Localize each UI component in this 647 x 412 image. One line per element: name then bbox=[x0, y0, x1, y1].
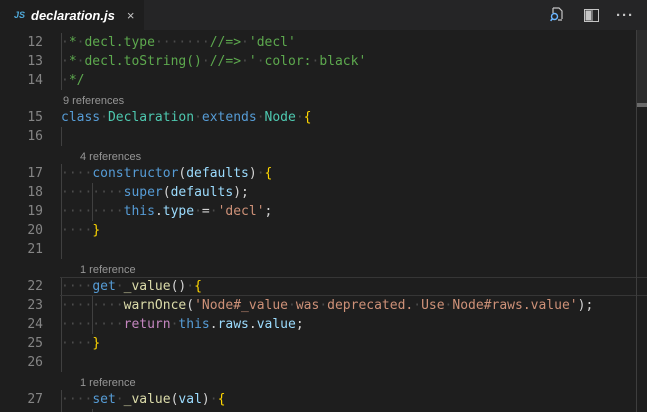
indent-guide bbox=[61, 202, 62, 221]
code-line-26[interactable]: 26 bbox=[0, 353, 647, 372]
code-line-13[interactable]: 13·*·decl.toString()·//=>·'·color:·black… bbox=[0, 52, 647, 71]
indent-guide bbox=[61, 277, 62, 296]
line-number[interactable]: 19 bbox=[0, 202, 60, 221]
code-line-12[interactable]: 12·*·decl.type·······//=>·'decl' bbox=[0, 33, 647, 52]
editor-tab-bar: JS declaration.js × bbox=[0, 0, 647, 30]
code-line-21[interactable]: 21 bbox=[0, 240, 647, 259]
close-tab-icon[interactable]: × bbox=[127, 8, 135, 23]
code-content bbox=[60, 240, 647, 259]
code-content: ········return·this.raws.value; bbox=[60, 315, 647, 334]
indent-guide bbox=[61, 296, 62, 315]
code-line-15[interactable]: 15class·Declaration·extends·Node·{ bbox=[0, 108, 647, 127]
indent-guide bbox=[92, 202, 93, 221]
code-content: ·*·decl.type·······//=>·'decl' bbox=[60, 33, 647, 52]
code-line-22[interactable]: 22····get·_value()·{ bbox=[0, 277, 647, 296]
line-number[interactable]: 22 bbox=[0, 277, 60, 296]
line-number[interactable]: 15 bbox=[0, 108, 60, 127]
indent-guide bbox=[61, 240, 62, 259]
code-line-16[interactable]: 16 bbox=[0, 127, 647, 146]
line-number[interactable]: 16 bbox=[0, 127, 60, 146]
split-editor-icon bbox=[584, 9, 599, 22]
indent-guide bbox=[61, 334, 62, 353]
indent-guide bbox=[61, 33, 62, 52]
line-number[interactable]: 26 bbox=[0, 353, 60, 372]
split-editor-button[interactable] bbox=[581, 5, 601, 25]
indent-guide bbox=[61, 221, 62, 240]
indent-guide bbox=[61, 183, 62, 202]
line-number[interactable]: 21 bbox=[0, 240, 60, 259]
indent-guide bbox=[61, 71, 62, 90]
line-number[interactable]: 24 bbox=[0, 315, 60, 334]
code-content: ········super(defaults); bbox=[60, 183, 647, 202]
code-line-23[interactable]: 23········warnOnce('Node#_value·was·depr… bbox=[0, 296, 647, 315]
indent-guide bbox=[61, 164, 62, 183]
code-content bbox=[60, 353, 647, 372]
line-number[interactable]: 20 bbox=[0, 221, 60, 240]
codelens-references-link[interactable]: 1 reference bbox=[80, 377, 136, 389]
code-line-27[interactable]: 27····set·_value(val)·{ bbox=[0, 390, 647, 409]
code-content: ········warnOnce('Node#_value·was·deprec… bbox=[60, 296, 647, 315]
codelens-row: 9 references bbox=[0, 90, 647, 108]
codelens-row: 1 reference bbox=[0, 259, 647, 277]
code-content bbox=[60, 127, 647, 146]
code-content: ····get·_value()·{ bbox=[60, 277, 647, 296]
code-content: class·Declaration·extends·Node·{ bbox=[60, 108, 647, 127]
indent-guide bbox=[61, 315, 62, 334]
line-number[interactable]: 23 bbox=[0, 296, 60, 315]
javascript-file-icon: JS bbox=[14, 10, 25, 20]
open-preview-button[interactable] bbox=[547, 5, 567, 25]
code-content: ····set·_value(val)·{ bbox=[60, 390, 647, 409]
codelens-references-link[interactable]: 1 reference bbox=[80, 264, 136, 276]
codelens-row: 1 reference bbox=[0, 372, 647, 390]
line-number[interactable]: 14 bbox=[0, 71, 60, 90]
code-content: ····} bbox=[60, 221, 647, 240]
line-number[interactable]: 27 bbox=[0, 390, 60, 409]
scrollbar-marker bbox=[637, 103, 647, 107]
code-content: ····constructor(defaults)·{ bbox=[60, 164, 647, 183]
line-number[interactable]: 12 bbox=[0, 33, 60, 52]
line-number[interactable]: 17 bbox=[0, 164, 60, 183]
editor-actions: ··· bbox=[547, 0, 647, 30]
codelens-references-link[interactable]: 9 references bbox=[63, 95, 124, 107]
line-number[interactable]: 13 bbox=[0, 52, 60, 71]
more-actions-button[interactable]: ··· bbox=[615, 5, 635, 25]
code-content: ····} bbox=[60, 334, 647, 353]
code-line-20[interactable]: 20····} bbox=[0, 221, 647, 240]
code-content: ·*/ bbox=[60, 71, 647, 90]
code-line-17[interactable]: 17····constructor(defaults)·{ bbox=[0, 164, 647, 183]
line-number[interactable]: 18 bbox=[0, 183, 60, 202]
indent-guide bbox=[92, 183, 93, 202]
indent-guide bbox=[92, 296, 93, 315]
vscode-window: JS declaration.js × bbox=[0, 0, 647, 412]
codelens-row: 4 references bbox=[0, 146, 647, 164]
indent-guide bbox=[61, 353, 62, 372]
editor-rows[interactable]: 12·*·decl.type·······//=>·'decl'13·*·dec… bbox=[0, 30, 647, 412]
indent-guide bbox=[61, 52, 62, 71]
code-line-14[interactable]: 14·*/ bbox=[0, 71, 647, 90]
scrollbar-thumb[interactable] bbox=[637, 30, 647, 107]
indent-guide bbox=[61, 127, 62, 146]
code-content: ·*·decl.toString()·//=>·'·color:·black' bbox=[60, 52, 647, 71]
codelens-references-link[interactable]: 4 references bbox=[80, 151, 141, 163]
indent-guide bbox=[92, 315, 93, 334]
tab-declaration-js[interactable]: JS declaration.js × bbox=[0, 0, 144, 30]
code-line-25[interactable]: 25····} bbox=[0, 334, 647, 353]
tab-title: declaration.js bbox=[31, 8, 115, 23]
line-number[interactable]: 25 bbox=[0, 334, 60, 353]
code-line-19[interactable]: 19········this.type·=·'decl'; bbox=[0, 202, 647, 221]
code-line-24[interactable]: 24········return·this.raws.value; bbox=[0, 315, 647, 334]
code-line-18[interactable]: 18········super(defaults); bbox=[0, 183, 647, 202]
file-search-icon bbox=[549, 7, 565, 23]
indent-guide bbox=[61, 390, 62, 409]
code-content: ········this.type·=·'decl'; bbox=[60, 202, 647, 221]
